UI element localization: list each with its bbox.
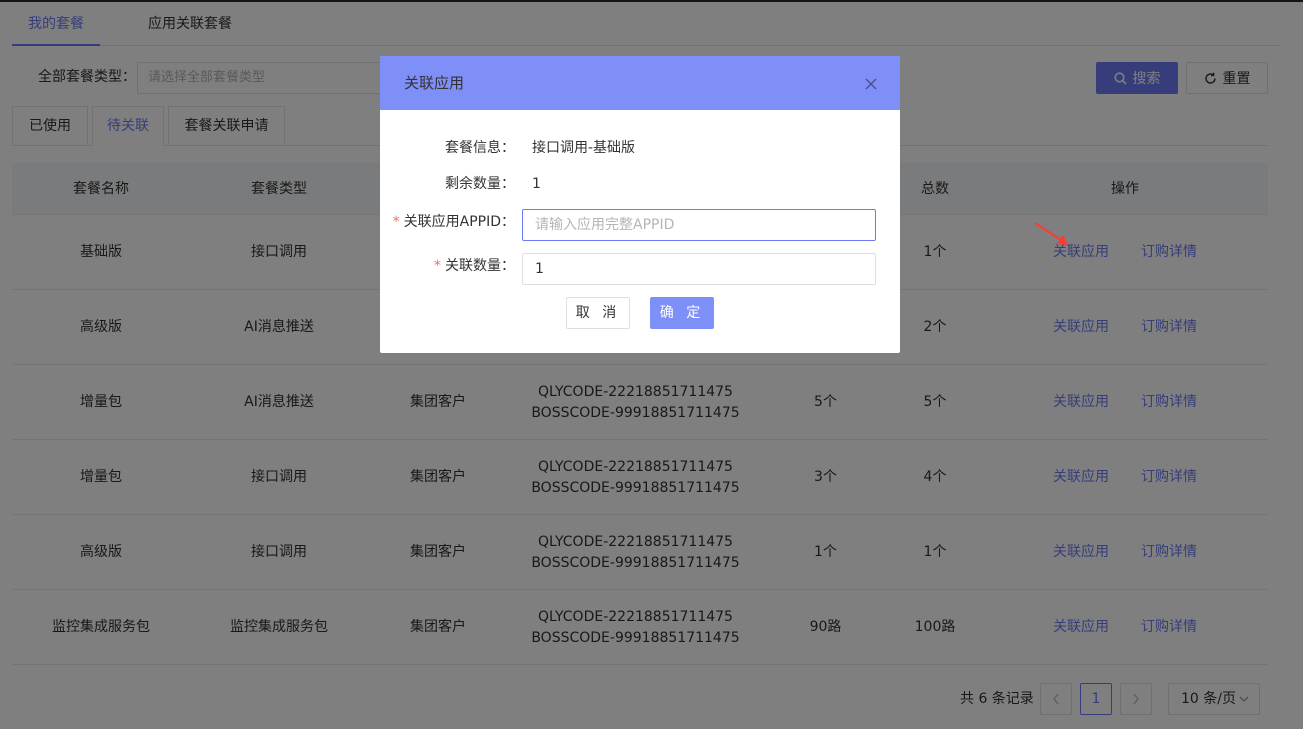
cancel-button[interactable]: 取 消 — [566, 297, 630, 329]
quantity-label: * 关联数量： — [434, 256, 515, 276]
quantity-label-text: 关联数量： — [445, 258, 515, 274]
remaining-value: 1 — [532, 176, 541, 192]
red-arrow-icon — [1034, 222, 1068, 245]
appid-input[interactable] — [522, 209, 876, 241]
page: 我的套餐 应用关联套餐 全部套餐类型： 请选择全部套餐类型 搜索 重置 已使用 … — [0, 0, 1303, 729]
link-app-modal: 关联应用 套餐信息： 接口调用-基础版 剩余数量： 1 * 关联应用APPID： … — [380, 56, 900, 353]
quantity-input[interactable] — [522, 253, 876, 285]
modal-header: 关联应用 — [380, 56, 900, 110]
appid-label-text: 关联应用APPID： — [403, 214, 515, 230]
required-mark: * — [434, 258, 441, 274]
appid-label: * 关联应用APPID： — [393, 212, 515, 232]
required-mark: * — [392, 214, 400, 230]
package-info-value: 接口调用-基础版 — [532, 140, 636, 156]
confirm-button[interactable]: 确 定 — [650, 297, 714, 329]
package-info-label: 套餐信息： — [445, 140, 515, 156]
close-icon[interactable] — [864, 77, 878, 91]
modal-title: 关联应用 — [404, 74, 465, 92]
remaining-label: 剩余数量： — [445, 176, 515, 192]
